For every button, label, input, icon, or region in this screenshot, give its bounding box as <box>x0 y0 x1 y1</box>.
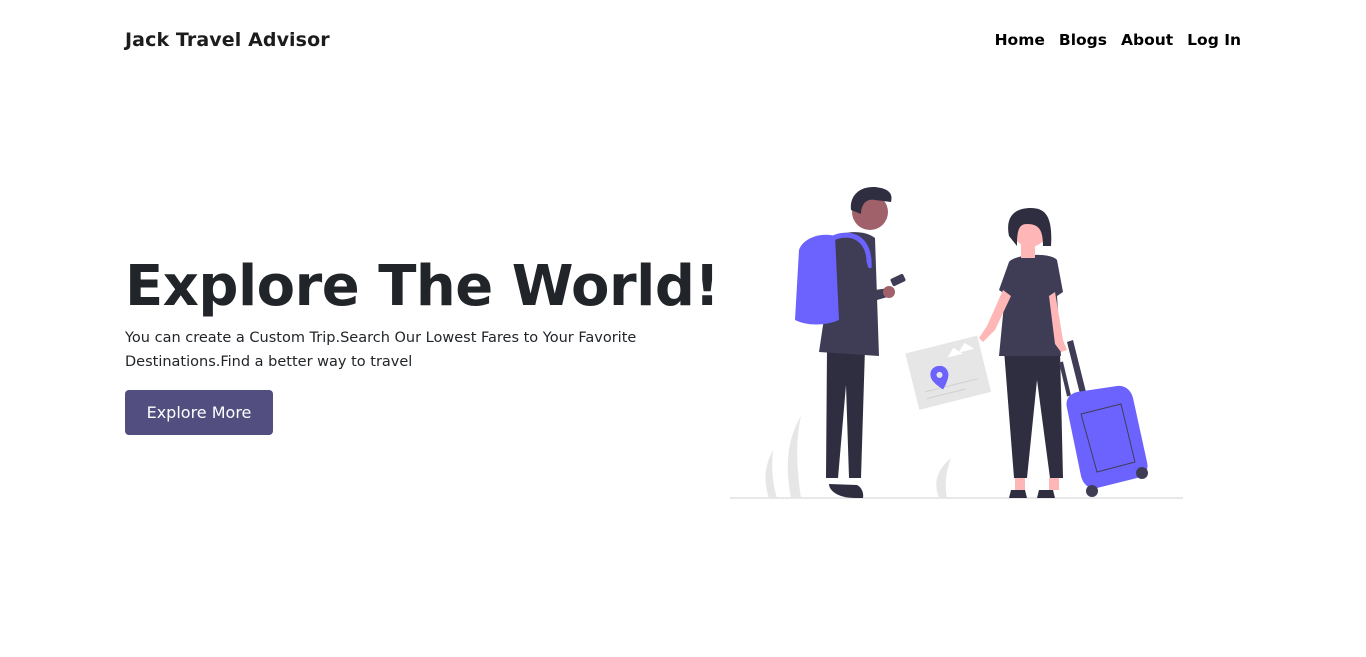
nav-about-link[interactable]: About <box>1121 31 1173 49</box>
travelers-illustration <box>730 186 1183 499</box>
explore-more-button[interactable]: Explore More <box>125 390 273 435</box>
hero-title: Explore The World! <box>125 254 720 319</box>
nav-blogs-link[interactable]: Blogs <box>1059 31 1107 49</box>
main-nav: Home Blogs About Log In <box>995 31 1241 49</box>
man-traveler <box>795 186 906 498</box>
hero-description: You can create a Custom Trip.Search Our … <box>125 330 637 370</box>
site-brand[interactable]: Jack Travel Advisor <box>125 29 330 51</box>
grass-left <box>765 416 801 498</box>
nav-home-link[interactable]: Home <box>995 31 1045 49</box>
suitcase <box>1059 340 1148 497</box>
grass-right <box>936 458 951 498</box>
map-sheet <box>905 335 992 410</box>
woman-traveler <box>979 208 1067 498</box>
landing-page: Jack Travel Advisor Home Blogs About Log… <box>0 0 1366 657</box>
nav-login-link[interactable]: Log In <box>1187 31 1241 49</box>
